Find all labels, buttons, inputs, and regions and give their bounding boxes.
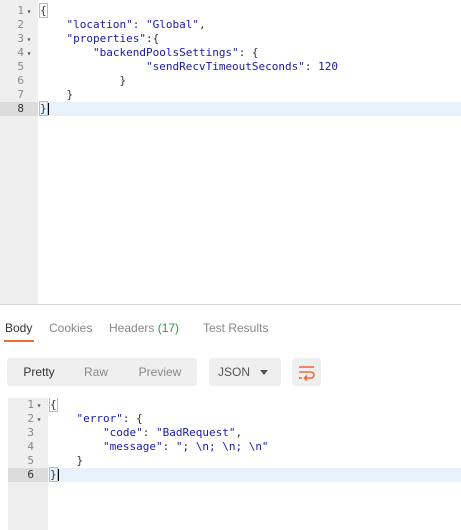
- code-line: "code": "BadRequest",: [102, 426, 243, 439]
- code-line: {: [49, 398, 58, 412]
- line-number: 1 ▾: [0, 4, 38, 18]
- line-number: 2 ▾: [8, 412, 48, 426]
- fold-arrow-icon[interactable]: ▾: [34, 399, 44, 413]
- code-line: "sendRecvTimeoutSeconds": 120: [145, 60, 339, 73]
- view-mode-group: Pretty Raw Preview: [7, 358, 197, 386]
- active-tab-indicator: [4, 340, 34, 342]
- line-number: 8: [0, 102, 38, 116]
- code-line: }: [119, 74, 127, 87]
- response-body-viewer[interactable]: 1 ▾ 2 ▾ 3 4 5 6 { "error": { "code": "BadR…: [0, 398, 461, 530]
- line-number: 6: [8, 468, 48, 482]
- tab-cookies[interactable]: Cookies: [49, 321, 92, 335]
- line-number: 3 ▾: [0, 32, 38, 46]
- line-number: 4: [27, 440, 34, 453]
- text-cursor: [47, 103, 49, 115]
- code-line: "location": "Global",: [66, 18, 206, 31]
- line-number: 1 ▾: [8, 398, 48, 412]
- line-number: 2: [17, 18, 24, 31]
- tab-headers-label: Headers: [109, 321, 155, 335]
- line-number: 4 ▾: [0, 46, 38, 60]
- tab-body[interactable]: Body: [5, 321, 32, 335]
- chevron-down-icon: [260, 370, 268, 375]
- line-number: 3: [27, 426, 34, 439]
- wrap-lines-icon: [299, 366, 315, 382]
- fold-arrow-icon[interactable]: ▾: [34, 413, 44, 427]
- raw-button[interactable]: Raw: [71, 358, 121, 386]
- fold-arrow-icon[interactable]: ▾: [24, 33, 34, 47]
- code-line: {: [39, 3, 48, 18]
- code-line: }: [66, 88, 74, 101]
- pretty-button[interactable]: Pretty: [7, 358, 71, 386]
- format-select[interactable]: JSON: [209, 358, 281, 386]
- line-number: 5: [27, 454, 34, 467]
- preview-button[interactable]: Preview: [125, 358, 195, 386]
- code-line: }: [39, 101, 461, 116]
- format-select-value: JSON: [218, 365, 251, 379]
- fold-arrow-icon[interactable]: ▾: [24, 5, 34, 19]
- request-body-editor[interactable]: 1 ▾ 2 3 ▾ 4 ▾ 5 6 7 8 { "location": "Global…: [0, 0, 461, 304]
- tab-headers[interactable]: Headers (17): [109, 321, 179, 335]
- headers-count-badge: (17): [157, 321, 180, 335]
- tab-test-results[interactable]: Test Results: [203, 321, 268, 335]
- fold-arrow-icon[interactable]: ▾: [24, 47, 34, 61]
- response-tabs: Body Cookies Headers (17) Test Results: [0, 314, 461, 344]
- code-line: "error": {: [76, 412, 143, 425]
- text-cursor: [57, 469, 59, 481]
- line-number: 7: [17, 88, 24, 101]
- code-line: }: [76, 454, 84, 467]
- code-line: }: [49, 467, 461, 482]
- panel-divider[interactable]: [0, 304, 461, 305]
- line-number: 6: [17, 74, 24, 87]
- line-number: 5: [17, 60, 24, 73]
- code-line: "message": "; \n; \n; \n": [102, 440, 269, 453]
- wrap-lines-button[interactable]: [292, 358, 321, 386]
- code-line: "backendPoolsSettings": {: [92, 46, 259, 59]
- code-line: "properties":{: [66, 32, 160, 45]
